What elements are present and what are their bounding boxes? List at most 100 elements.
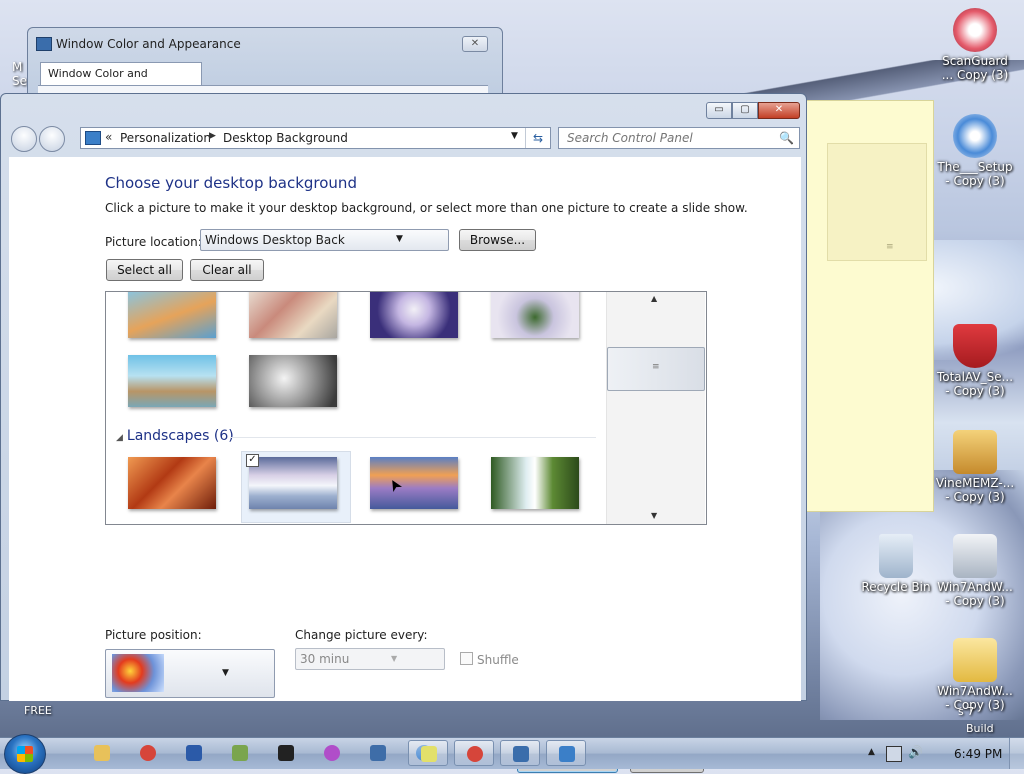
page-description: Click a picture to make it your desktop …	[105, 201, 748, 215]
vertical-scrollbar[interactable]: ▲ ≡ ▼	[606, 292, 705, 524]
chevron-left-icon[interactable]: «	[105, 130, 112, 144]
checkbox-box[interactable]	[460, 652, 473, 665]
sticky-note-body: ≡	[827, 143, 927, 261]
picture-location-select[interactable]: Windows Desktop Backgrounds ▼	[200, 229, 449, 251]
scanguard-icon	[953, 8, 997, 52]
taskbar-button[interactable]	[220, 740, 260, 766]
desktop-icon-label: ScanGuard ... Copy (3)	[941, 54, 1009, 82]
taskbar-button[interactable]	[358, 740, 398, 766]
wallpaper-thumbnail[interactable]	[491, 292, 579, 338]
refresh-icon[interactable]: ⇆	[525, 128, 550, 148]
paint-icon	[232, 745, 248, 761]
personalization-icon	[559, 746, 575, 762]
installer-box-icon	[953, 430, 997, 474]
navigation-buttons	[11, 126, 67, 152]
desktop-icon-label: TotalAV_Se... - Copy (3)	[936, 370, 1014, 398]
taskbar-button[interactable]	[82, 740, 122, 766]
show-hidden-icons-icon[interactable]: ▲	[868, 747, 875, 757]
scrollbar-thumb[interactable]: ≡	[607, 347, 705, 391]
desktop-icon-scanguard[interactable]: ScanGuard ... Copy (3)	[935, 8, 1015, 82]
change-picture-select[interactable]: 30 minu ▼	[295, 648, 445, 670]
desktop-icon-win7andw-2[interactable]: Win7AndW... - Copy (3)	[935, 638, 1015, 712]
desktop-icon-label: Recycle Bin	[861, 580, 931, 594]
taskbar-button[interactable]	[500, 740, 540, 766]
group-divider	[230, 437, 596, 438]
wallpaper-thumbnail[interactable]	[249, 355, 337, 407]
desktop-icon-vinememz[interactable]: VineMEMZ-... - Copy (3)	[935, 430, 1015, 504]
picture-location-label: Picture location:	[105, 235, 202, 249]
file-explorer-icon	[94, 745, 110, 761]
clock[interactable]: 6:49 PM	[954, 747, 1002, 761]
minimize-button[interactable]: ▭	[706, 102, 732, 119]
search-box[interactable]: 🔍	[558, 127, 800, 149]
sticky-note[interactable]: ≡	[806, 100, 934, 512]
back-button[interactable]	[11, 126, 37, 152]
tab-window-color[interactable]: Window Color and Appearance	[40, 62, 202, 102]
taskbar-button[interactable]	[546, 740, 586, 766]
wallpaper-thumbnail-selected[interactable]	[249, 457, 337, 509]
chevron-down-icon: ▼	[396, 234, 403, 244]
breadcrumb-desktop-background[interactable]: Desktop Background	[223, 131, 348, 145]
search-input[interactable]	[565, 130, 775, 146]
taskbar-button[interactable]	[312, 740, 352, 766]
chevron-down-icon[interactable]: ▼	[511, 131, 518, 141]
content-pane: Choose your desktop background Click a p…	[9, 157, 801, 773]
desktop-icon-win7andw-1[interactable]: Win7AndW... - Copy (3)	[935, 534, 1015, 608]
taskbar-button[interactable]	[266, 740, 306, 766]
picture-position-label: Picture position:	[105, 628, 202, 642]
taskbar-button[interactable]	[174, 740, 214, 766]
address-bar[interactable]: « Personalization ▶ Desktop Background ▼…	[80, 127, 551, 149]
defender-icon	[370, 745, 386, 761]
forward-button[interactable]	[39, 126, 65, 152]
wallpaper-thumbnail[interactable]	[128, 292, 216, 338]
picture-location-value: Windows Desktop Backgrounds	[205, 233, 345, 247]
wallpaper-thumbnail[interactable]	[491, 457, 579, 509]
clipped-desktop-icon-label: M Se	[12, 60, 27, 88]
wallpaper-thumbnail[interactable]	[128, 457, 216, 509]
desktop-background-window[interactable]: ▭ ▢ ✕ « Personalization ▶ Desktop Backgr…	[0, 93, 807, 773]
caption-buttons: ▭ ▢ ✕	[706, 102, 800, 119]
desktop-icon-totalav[interactable]: TotalAV_Se... - Copy (3)	[935, 324, 1015, 398]
scroll-down-icon[interactable]: ▼	[651, 511, 657, 520]
breadcrumb-arrow-icon[interactable]: ▶	[209, 131, 216, 141]
desktop-watermark-free: FREE	[24, 704, 52, 717]
picture-gallery[interactable]: ◢ Landscapes (6) ✓ ➤ ▲ ≡ ▼	[105, 291, 707, 525]
volume-icon[interactable]: 🔊	[908, 745, 923, 759]
clear-all-button[interactable]: Clear all	[190, 259, 264, 281]
chrome-icon	[467, 746, 483, 762]
wallpaper-thumbnail[interactable]	[370, 292, 458, 338]
network-icon[interactable]	[886, 746, 902, 762]
shuffle-checkbox[interactable]: Shuffle	[460, 652, 519, 667]
start-button[interactable]	[4, 734, 46, 774]
thumbnail-checkbox[interactable]: ✓	[246, 454, 259, 467]
search-icon[interactable]: 🔍	[779, 131, 794, 145]
window-color-icon	[513, 746, 529, 762]
desktop-icon-setup[interactable]: The___Setup - Copy (3)	[935, 114, 1015, 188]
collapse-triangle-icon[interactable]: ◢	[116, 433, 123, 443]
wallpaper-thumbnail[interactable]	[249, 292, 337, 338]
scroll-up-icon[interactable]: ▲	[651, 294, 657, 303]
control-panel-icon	[85, 131, 101, 145]
desktop-icon-label: Win7AndW... - Copy (3)	[937, 580, 1013, 608]
shield-icon	[953, 324, 997, 368]
select-all-button[interactable]: Select all	[106, 259, 183, 281]
windows-edition-watermark: s 7	[958, 705, 975, 718]
chevron-down-icon: ▼	[391, 654, 398, 663]
show-desktop-button[interactable]	[1009, 738, 1024, 769]
wallpaper-thumbnail[interactable]	[128, 355, 216, 407]
taskbar-button[interactable]	[454, 740, 494, 766]
maximize-button[interactable]: ▢	[732, 102, 758, 119]
picture-position-select[interactable]: ▼	[105, 649, 275, 698]
page-title: Choose your desktop background	[105, 174, 357, 192]
taskbar-button[interactable]	[128, 740, 168, 766]
clipped-desktop-icon[interactable]: M Se	[0, 0, 27, 100]
browse-button[interactable]: Browse...	[459, 229, 536, 251]
breadcrumb-personalization[interactable]: Personalization	[120, 131, 211, 145]
close-button[interactable]: ✕	[462, 36, 488, 52]
desktop-icon-recycle-bin[interactable]: Recycle Bin	[856, 534, 936, 594]
close-button[interactable]: ✕	[758, 102, 800, 119]
system-tray: ▲ 🔊 6:49 PM	[864, 738, 1024, 769]
group-header-landscapes[interactable]: ◢ Landscapes (6)	[116, 428, 234, 444]
taskbar-button[interactable]	[408, 740, 448, 766]
desktop-icon-label: Win7AndW... - Copy (3)	[937, 684, 1013, 712]
